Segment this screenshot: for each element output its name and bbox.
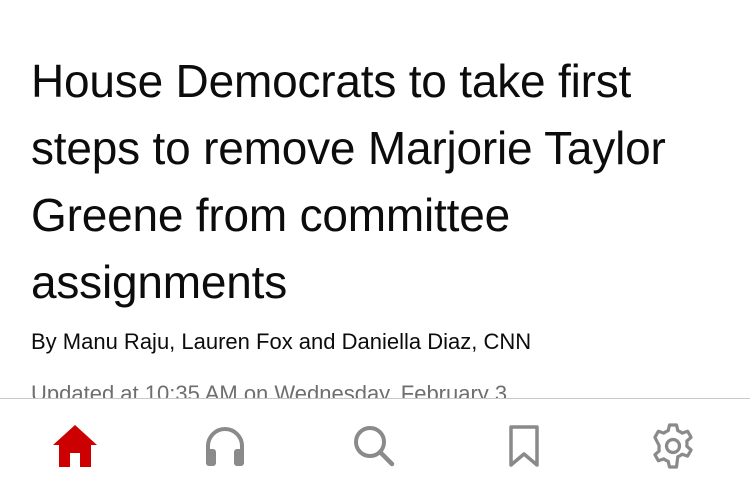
tab-audio[interactable] <box>200 421 250 471</box>
tab-home[interactable] <box>50 421 100 471</box>
tab-bookmarks[interactable] <box>499 421 549 471</box>
gear-icon <box>653 423 693 469</box>
article-headline: House Democrats to take first steps to r… <box>31 55 666 308</box>
bottom-tab-bar <box>0 398 750 484</box>
tab-settings[interactable] <box>648 421 698 471</box>
article-timestamp: Updated at 10:35 AM on Wednesday, Februa… <box>31 381 508 398</box>
headphones-icon <box>205 427 244 466</box>
home-icon <box>53 425 97 467</box>
tab-search[interactable] <box>349 421 399 471</box>
bookmark-icon <box>508 425 539 467</box>
article-byline: By Manu Raju, Lauren Fox and Daniella Di… <box>31 329 532 354</box>
article-content: House Democrats to take first steps to r… <box>0 0 750 398</box>
search-icon <box>354 426 395 467</box>
